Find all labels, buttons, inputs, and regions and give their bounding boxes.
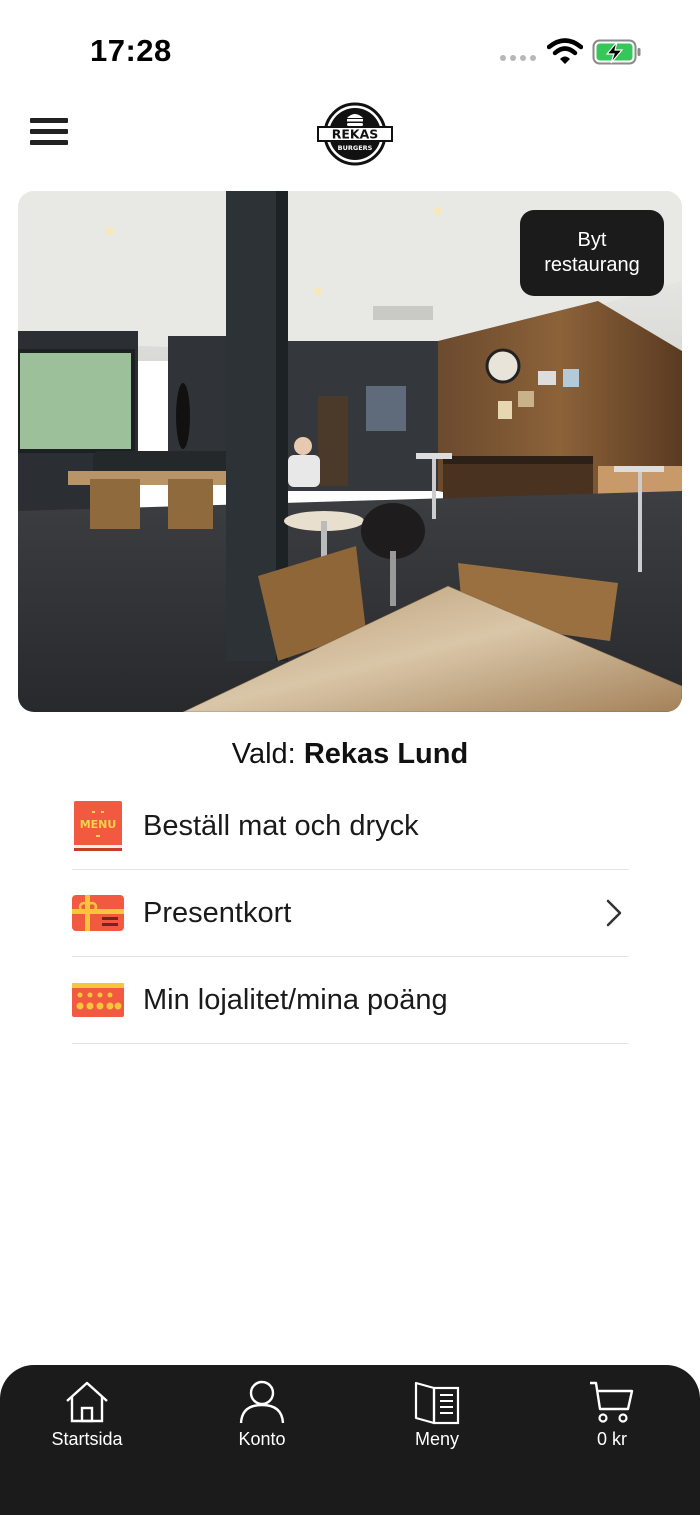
list-item-label: Beställ mat och dryck (143, 809, 419, 842)
battery-charging-icon (592, 39, 641, 65)
tab-home[interactable]: Startsida (27, 1379, 147, 1459)
loyalty-card-icon (72, 983, 124, 1017)
account-icon (239, 1380, 285, 1424)
gift-card-icon (72, 895, 124, 931)
selected-restaurant-name: Rekas Lund (303, 738, 469, 770)
hamburger-menu-button[interactable] (30, 118, 68, 146)
cart-icon (590, 1381, 634, 1423)
change-restaurant-button[interactable]: Byt restaurang (520, 210, 664, 296)
rekas-burgers-logo: REKAS BURGERS (317, 102, 393, 166)
list-item-loyalty[interactable]: Min lojalitet/mina poäng (72, 957, 629, 1044)
chevron-right-icon (606, 899, 622, 927)
cart-total: 0 kr (596, 1429, 627, 1449)
tab-menu[interactable]: Meny (377, 1379, 497, 1459)
list-item-order-food[interactable]: MENU Beställ mat och dryck (72, 783, 629, 870)
svg-text:BURGERS: BURGERS (338, 144, 373, 152)
cellular-signal-icon (500, 55, 536, 61)
menu-icon (414, 1381, 460, 1425)
svg-text:REKAS: REKAS (332, 127, 379, 142)
tab-label: Konto (238, 1429, 286, 1449)
bottom-tab-bar: Startsida Konto Meny 0 kr (0, 1365, 700, 1515)
home-icon (66, 1381, 108, 1423)
wifi-icon (547, 38, 583, 64)
list-item-label: Presentkort (143, 896, 292, 929)
list-item-gift-card[interactable]: Presentkort (72, 870, 629, 957)
tab-cart[interactable]: 0 kr (552, 1379, 672, 1459)
selected-restaurant: Vald: Rekas Lund (0, 738, 700, 771)
svg-text:MENU: MENU (80, 818, 117, 831)
selected-prefix: Vald: (231, 738, 296, 770)
tab-account[interactable]: Konto (202, 1379, 322, 1459)
menu-book-icon: MENU (74, 801, 122, 851)
list-item-label: Min lojalitet/mina poäng (143, 983, 448, 1016)
status-time: 17:28 (90, 33, 172, 68)
tab-label: Startsida (51, 1429, 123, 1449)
action-list: MENU Beställ mat och dryck Presentkort M… (72, 783, 629, 1044)
tab-label: Meny (414, 1429, 459, 1449)
